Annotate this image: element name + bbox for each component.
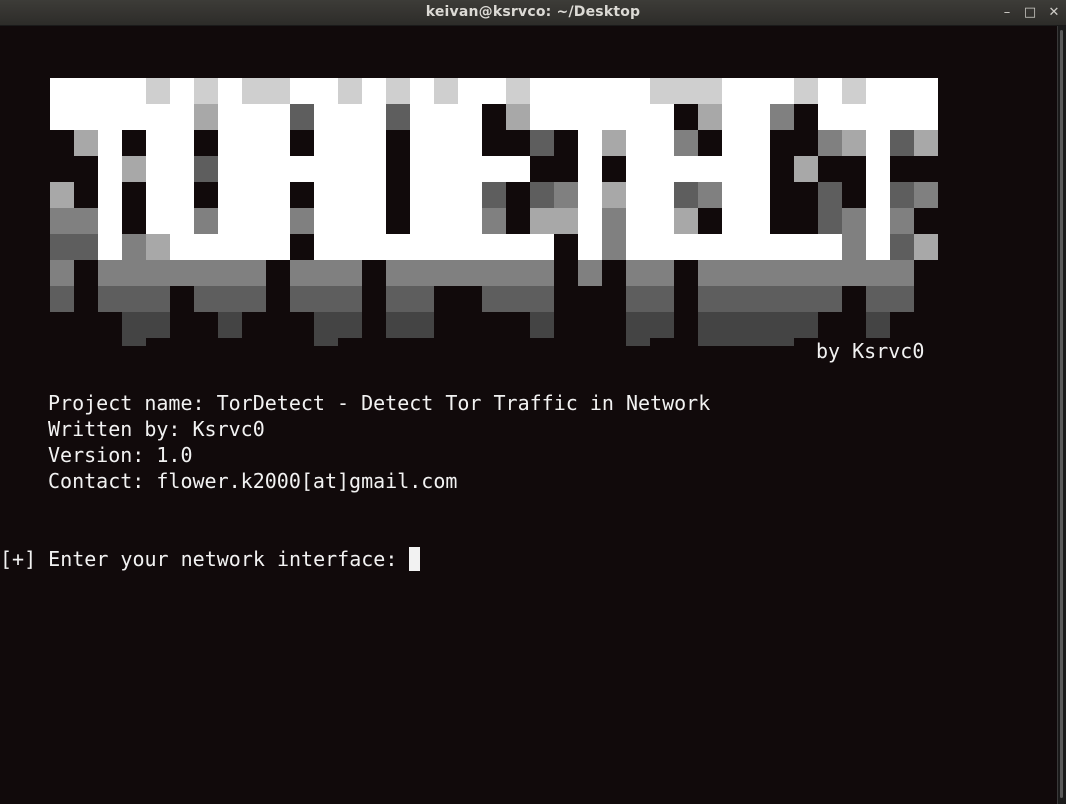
window-titlebar[interactable]: keivan@ksrvco: ~/Desktop – □ ✕ [0,0,1066,26]
contact-line: Contact: flower.k2000[at]gmail.com [48,469,458,493]
ascii-banner-logo [50,78,938,346]
version-line: Version: 1.0 [48,443,193,467]
project-name-line: Project name: TorDetect - Detect Tor Tra… [48,391,711,415]
maximize-button[interactable]: □ [1022,5,1038,21]
scrollbar-thumb[interactable] [1060,30,1063,798]
terminal-cursor[interactable] [409,547,420,571]
byline: by Ksrvc0 [816,339,925,363]
interface-prompt: [+] Enter your network interface: [0,547,410,571]
minimize-button[interactable]: – [999,5,1015,21]
window-title: keivan@ksrvco: ~/Desktop [425,4,641,20]
terminal-scrollbar[interactable] [1057,26,1066,804]
terminal-area[interactable]: by Ksrvc0 Project name: TorDetect - Dete… [0,26,1057,804]
close-button[interactable]: ✕ [1046,5,1062,21]
author-line: Written by: Ksrvc0 [48,417,265,441]
